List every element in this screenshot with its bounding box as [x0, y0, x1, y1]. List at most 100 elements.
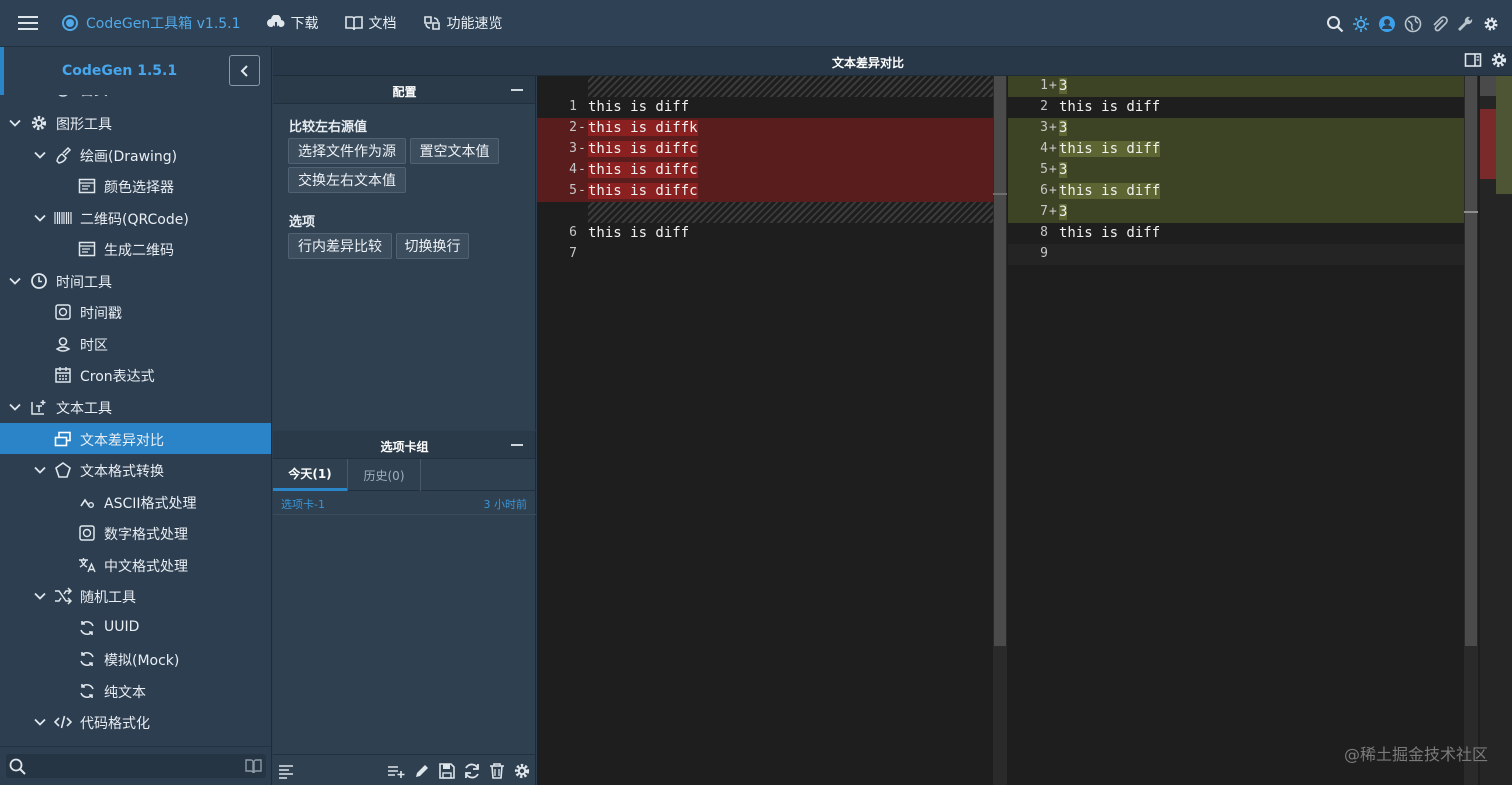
tab-today[interactable]: 今天(1) — [273, 459, 347, 491]
diff-line[interactable]: 1 this is diff — [537, 97, 1007, 118]
diff-line[interactable]: 4 + this is diff — [1008, 139, 1464, 160]
nav-docs[interactable]: 文档 — [344, 13, 397, 33]
diff-editor[interactable]: 1 this is diff 2- this is diffk 3- this is di… — [537, 76, 1512, 785]
sidebar-item[interactable]: 时区 — [0, 328, 271, 359]
lines-icon[interactable] — [277, 762, 295, 780]
sidebar-item-label: 图形工具 — [56, 117, 112, 133]
sidebar-item[interactable]: 时间戳 — [0, 296, 271, 327]
diff-line[interactable]: 3 +3 — [1008, 118, 1464, 139]
page-title: 文本差异对比 — [831, 56, 904, 70]
diff-marker: + — [1049, 141, 1057, 156]
panel-toggle-icon[interactable] — [1464, 51, 1482, 69]
diff-placeholder-hatch — [588, 202, 993, 223]
app-brand-link[interactable]: CodeGen工具箱 v1.5.1 — [62, 13, 241, 33]
hamburger-menu-button[interactable] — [0, 0, 56, 47]
chevron-down-icon[interactable] — [8, 116, 22, 130]
tab-history[interactable]: 历史(0) — [347, 459, 421, 491]
refresh-icon[interactable] — [463, 762, 481, 780]
diff-line[interactable]: 9 — [1008, 244, 1464, 265]
settings-gear-icon[interactable] — [1490, 51, 1508, 69]
chevron-down-icon[interactable] — [8, 400, 22, 414]
pencil-icon[interactable] — [413, 762, 431, 780]
line-number: 5 — [1040, 162, 1048, 177]
chevron-down-icon[interactable] — [33, 463, 47, 477]
right-scrollbar[interactable] — [1464, 76, 1478, 785]
sidebar-item[interactable]: 纯文本 — [0, 675, 271, 706]
diff-line[interactable]: 6 + this is diff — [1008, 181, 1464, 202]
swap-text-button[interactable]: 交换左右文本值 — [288, 167, 406, 193]
globe-icon[interactable] — [1404, 15, 1422, 33]
chevron-down-icon[interactable] — [33, 148, 47, 162]
line-number: 1 — [569, 99, 577, 114]
gear-icon[interactable] — [513, 762, 531, 780]
clear-text-button[interactable]: 置空文本值 — [410, 138, 499, 164]
diff-line[interactable]: 2 this is diff — [1008, 97, 1464, 118]
diff-line[interactable]: 7 — [537, 244, 1007, 265]
sidebar-item[interactable]: 模拟(Mock) — [0, 643, 271, 674]
sidebar-collapse-button[interactable] — [229, 55, 260, 86]
sidebar-search-input[interactable] — [6, 754, 266, 778]
inline-diff-button[interactable]: 行内差异比较 — [288, 233, 392, 259]
diff-line[interactable]: 4- this is diffc — [537, 160, 1007, 181]
toggle-wrap-button[interactable]: 切换换行 — [396, 233, 469, 259]
left-scrollbar[interactable] — [993, 76, 1007, 785]
nav-download[interactable]: 下载 — [266, 13, 319, 33]
gear-icon[interactable] — [1482, 15, 1500, 33]
list-item[interactable]: 选项卡-1 3 小时前 — [273, 491, 536, 515]
sidebar-item[interactable]: UUID — [0, 612, 271, 643]
attachment-icon[interactable] — [1430, 15, 1448, 33]
diff-modified-pane[interactable]: 1 +3 2 this is diff 3 +3 4 + this is diff 5 +3 6 + th… — [1008, 76, 1464, 785]
sidebar-item[interactable]: 随机工具 — [0, 580, 271, 611]
config-panel-header: 配置 — [273, 76, 535, 104]
add-list-icon[interactable] — [387, 762, 405, 780]
sidebar-item[interactable]: 颜色选择器 — [0, 170, 271, 201]
sidebar-item[interactable]: 绘画(Drawing) — [0, 139, 271, 170]
chevron-down-icon[interactable] — [33, 589, 47, 603]
search-icon[interactable] — [1326, 15, 1344, 33]
sidebar-item[interactable]: 中文格式处理 — [0, 549, 271, 580]
diff-line[interactable]: 2- this is diffk — [537, 118, 1007, 139]
chevron-down-icon[interactable] — [33, 211, 47, 225]
sidebar-item[interactable]: 文本差异对比 — [0, 422, 271, 454]
sidebar-item[interactable]: 二维码(QRCode) — [0, 202, 271, 233]
chevron-down-icon[interactable] — [8, 274, 22, 288]
sidebar-item[interactable]: 数字格式处理 — [0, 517, 271, 548]
diff-line[interactable]: 6 this is diff — [537, 223, 1007, 244]
sidebar-item-label: 中文格式处理 — [104, 558, 188, 575]
chevron-down-icon[interactable] — [33, 715, 47, 729]
user-icon[interactable] — [1378, 15, 1396, 33]
sidebar-item[interactable]: 图形工具 — [0, 107, 271, 138]
trash-icon[interactable] — [488, 762, 506, 780]
book-icon[interactable] — [245, 758, 262, 774]
minimize-icon[interactable] — [511, 444, 523, 446]
nav-overview[interactable]: 功能速览 — [423, 13, 503, 33]
sidebar-item-label: 颜色选择器 — [104, 180, 174, 197]
diff-original-pane[interactable]: 1 this is diff 2- this is diffk 3- this is di… — [537, 76, 1007, 785]
book-icon — [344, 16, 363, 31]
code-text: this is diff — [588, 225, 690, 241]
diff-line[interactable]: 7 +3 — [1008, 202, 1464, 223]
wrench-icon[interactable] — [1456, 15, 1474, 33]
diff-line[interactable]: 5- this is diffc — [537, 181, 1007, 202]
diff-line[interactable]: 8 this is diff — [1008, 223, 1464, 244]
diff-line[interactable]: 3- this is diffc — [537, 139, 1007, 160]
tab-bar: 今天(1) 历史(0) — [273, 459, 536, 491]
save-icon[interactable] — [438, 762, 456, 780]
sidebar-item[interactable]: 文本格式转换 — [0, 454, 271, 485]
sidebar-item[interactable]: 代码格式化 — [0, 706, 271, 737]
select-file-as-source-button[interactable]: 选择文件作为源 — [288, 138, 406, 164]
theme-sun-icon[interactable] — [1352, 15, 1370, 33]
sidebar-item[interactable]: 文本工具 — [0, 391, 271, 422]
sidebar-item[interactable]: 生成二维码 — [0, 233, 271, 264]
diff-line[interactable]: 1 +3 — [1008, 76, 1464, 97]
sidebar-item[interactable]: Cron表达式 — [0, 359, 271, 390]
minimize-icon[interactable] — [511, 89, 523, 91]
sidebar-item-label: 数字格式处理 — [104, 527, 188, 544]
sidebar-item[interactable]: ASCII格式处理 — [0, 486, 271, 517]
sidebar-item[interactable]: 时间工具 — [0, 265, 271, 296]
sidebar-item-label: 时间工具 — [56, 274, 112, 291]
diff-line[interactable]: 5 +3 — [1008, 160, 1464, 181]
bottom-toolbar — [273, 754, 536, 785]
sidebar-item-home[interactable]: 首页 — [0, 95, 271, 105]
line-number: 2 — [569, 120, 577, 135]
